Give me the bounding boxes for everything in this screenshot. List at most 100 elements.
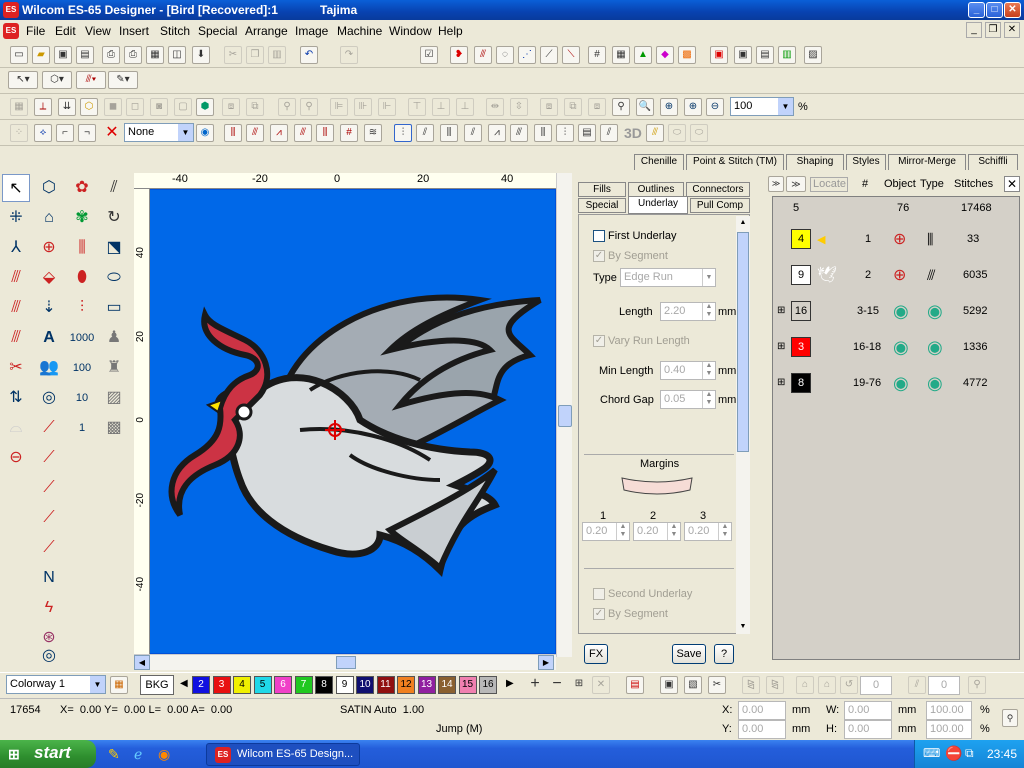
group-icon[interactable]: ⧈	[222, 98, 240, 116]
trapunto-icon[interactable]: ⫼	[440, 124, 458, 142]
menu-arrange[interactable]: Arrange	[245, 24, 288, 38]
cross-stitch-icon[interactable]: #	[340, 124, 358, 142]
auto-digitize-icon[interactable]: ⟡	[34, 124, 52, 142]
export-icon[interactable]: ⬇	[192, 46, 210, 64]
auto-end-icon[interactable]: ¬	[78, 124, 96, 142]
pattern-tool-icon[interactable]: ▨	[100, 384, 128, 412]
zigzag-tool-icon[interactable]: ϟ	[35, 594, 63, 622]
trueview-icon[interactable]: ▧	[684, 676, 702, 694]
expand-icon[interactable]: ≫	[786, 176, 806, 192]
zoom-box-icon[interactable]: ⚲	[612, 98, 630, 116]
distribute-icon[interactable]: ⧈	[540, 98, 558, 116]
raised-satin-icon[interactable]: ⫼	[316, 124, 334, 142]
color-swatch[interactable]: 4	[233, 676, 251, 694]
shape-icon[interactable]: ◙	[150, 98, 168, 116]
3d-icon[interactable]: 3D	[624, 125, 642, 141]
close-panel-icon[interactable]: ✕	[1004, 176, 1020, 192]
expand-plus-icon[interactable]: ⊞	[777, 341, 785, 352]
min-length-input[interactable]: 0.40 ▲ ▼	[660, 361, 716, 380]
color-swatch[interactable]: 10	[356, 676, 374, 694]
chord-gap-input[interactable]: 0.05 ▲ ▼	[660, 390, 716, 409]
by-segment-checkbox[interactable]: ✓	[593, 250, 605, 262]
color-swatch[interactable]: 2	[192, 676, 210, 694]
stemstitch-icon[interactable]: ⟋	[35, 504, 63, 532]
by-segment-2-checkbox[interactable]: ✓	[593, 608, 605, 620]
menu-window[interactable]: Window	[389, 24, 432, 38]
join-tool-icon[interactable]: ⬙	[35, 264, 63, 292]
w-input[interactable]: 0.00	[844, 701, 892, 720]
fill-effect-icon[interactable]: ⫽	[416, 124, 434, 142]
ungroup-icon[interactable]: ⧉	[246, 98, 264, 116]
scroll-thumb[interactable]	[737, 232, 749, 452]
sculpture-icon[interactable]: ⫻	[510, 124, 528, 142]
branch-tool-icon[interactable]: ⅄	[2, 234, 30, 262]
schedule-icon[interactable]: ▥	[778, 46, 796, 64]
baseline-tool-icon[interactable]: ⊖	[2, 444, 30, 472]
rotate-tool-icon[interactable]: ⊕	[35, 234, 63, 262]
spinner-icon[interactable]: ▲ ▼	[667, 523, 680, 540]
tab-chenille[interactable]: Chenille	[634, 154, 684, 170]
list-item[interactable]: 4 ◀ 1 ⊕ ⫼ 33	[777, 229, 1017, 253]
color-wheel-icon[interactable]: ◉	[196, 124, 214, 142]
mdi-minimize-button[interactable]: _	[966, 22, 982, 38]
tab-point-stitch[interactable]: Point & Stitch (TM)	[686, 154, 784, 170]
menu-special[interactable]: Special	[198, 24, 237, 38]
cycle-icon[interactable]: ⊞	[570, 676, 588, 694]
shape-tool-icon[interactable]: ⌂	[35, 204, 63, 232]
align-left-icon[interactable]: ⊫	[330, 98, 348, 116]
minimize-button[interactable]: _	[968, 2, 985, 18]
hole-tool-icon[interactable]: ⬮	[68, 264, 96, 292]
distribute-vertical-icon[interactable]: ⧉	[564, 98, 582, 116]
save-button[interactable]: Save	[672, 644, 706, 664]
branching-icon[interactable]: ⁘	[10, 124, 28, 142]
color-swatch[interactable]: 5	[253, 676, 272, 694]
align-center-icon[interactable]: ⊪	[354, 98, 372, 116]
keyboard-icon[interactable]: ⌨	[923, 746, 940, 760]
list-item[interactable]: ⊞ 8 19-76 ◉ ◉ 4772	[777, 373, 1017, 397]
color-blend-icon[interactable]: ▤	[578, 124, 596, 142]
security-alert-icon[interactable]: ⛔	[945, 745, 962, 762]
tatami-icon[interactable]: ⫼	[534, 124, 552, 142]
run-tool-icon[interactable]: ⫽	[100, 174, 128, 202]
menu-image[interactable]: Image	[295, 24, 328, 38]
expand-plus-icon[interactable]: ⊞	[777, 377, 785, 388]
expand-plus-icon[interactable]: ⊞	[777, 305, 785, 316]
lock-proportions-icon[interactable]: ⚲	[1002, 709, 1018, 727]
needle-icon[interactable]: ⇊	[58, 98, 76, 116]
background-button[interactable]: BKG	[140, 675, 174, 695]
design-area[interactable]	[150, 190, 555, 653]
internet-explorer-icon[interactable]: ℯ	[134, 746, 150, 762]
start-button[interactable]: ⊞ start	[0, 740, 96, 768]
save-all-icon[interactable]: ▤	[76, 46, 94, 64]
rotate-icon[interactable]: ↺	[840, 676, 858, 694]
ellipse-tool-icon[interactable]: ⬭	[100, 264, 128, 292]
hoop-icon[interactable]: ▦	[612, 46, 630, 64]
stitch-type-select[interactable]: None ▼	[124, 123, 194, 142]
outline-show-icon[interactable]: ◌	[496, 46, 514, 64]
undo-icon[interactable]: ↶	[300, 46, 318, 64]
remove-color-icon[interactable]: −	[548, 676, 566, 694]
stitch-run-tool-icon[interactable]: ⟋	[35, 414, 63, 442]
send-to-machine-icon[interactable]: ▦	[146, 46, 164, 64]
color-film-icon[interactable]: ◆	[656, 46, 674, 64]
palette-right-arrow-icon[interactable]: ▶	[506, 678, 514, 689]
step-icon[interactable]: ⫻	[246, 124, 264, 142]
arc-tool-icon[interactable]: ↻	[100, 204, 128, 232]
palette-left-arrow-icon[interactable]: ◀	[180, 678, 188, 689]
unlock-icon[interactable]: ⚲	[300, 98, 318, 116]
list-item[interactable]: ⊞ 3 16-18 ◉ ◉ 1336	[777, 337, 1017, 361]
list-item[interactable]: ⊞ 16 3-15 ◉ ◉ 5292	[777, 301, 1017, 325]
circle-tool-icon[interactable]: ◎	[35, 642, 63, 670]
functions-icon[interactable]: ⟍	[562, 46, 580, 64]
numbering-10-icon[interactable]: 10	[68, 384, 96, 412]
auto-start-icon[interactable]: ⌐	[56, 124, 74, 142]
first-underlay-checkbox[interactable]	[593, 230, 605, 242]
overview-icon[interactable]: ▣	[734, 46, 752, 64]
align-middle-icon[interactable]: ⊥	[432, 98, 450, 116]
needle-points-icon[interactable]: ⟋	[540, 46, 558, 64]
add-color-icon[interactable]: +	[526, 676, 544, 694]
tab-underlay[interactable]: Underlay	[628, 196, 688, 214]
height-percent-input[interactable]: 100.00	[926, 720, 972, 739]
tab-outlines[interactable]: Outlines	[628, 182, 684, 197]
tab-schiffli[interactable]: Schiffli	[968, 154, 1018, 170]
